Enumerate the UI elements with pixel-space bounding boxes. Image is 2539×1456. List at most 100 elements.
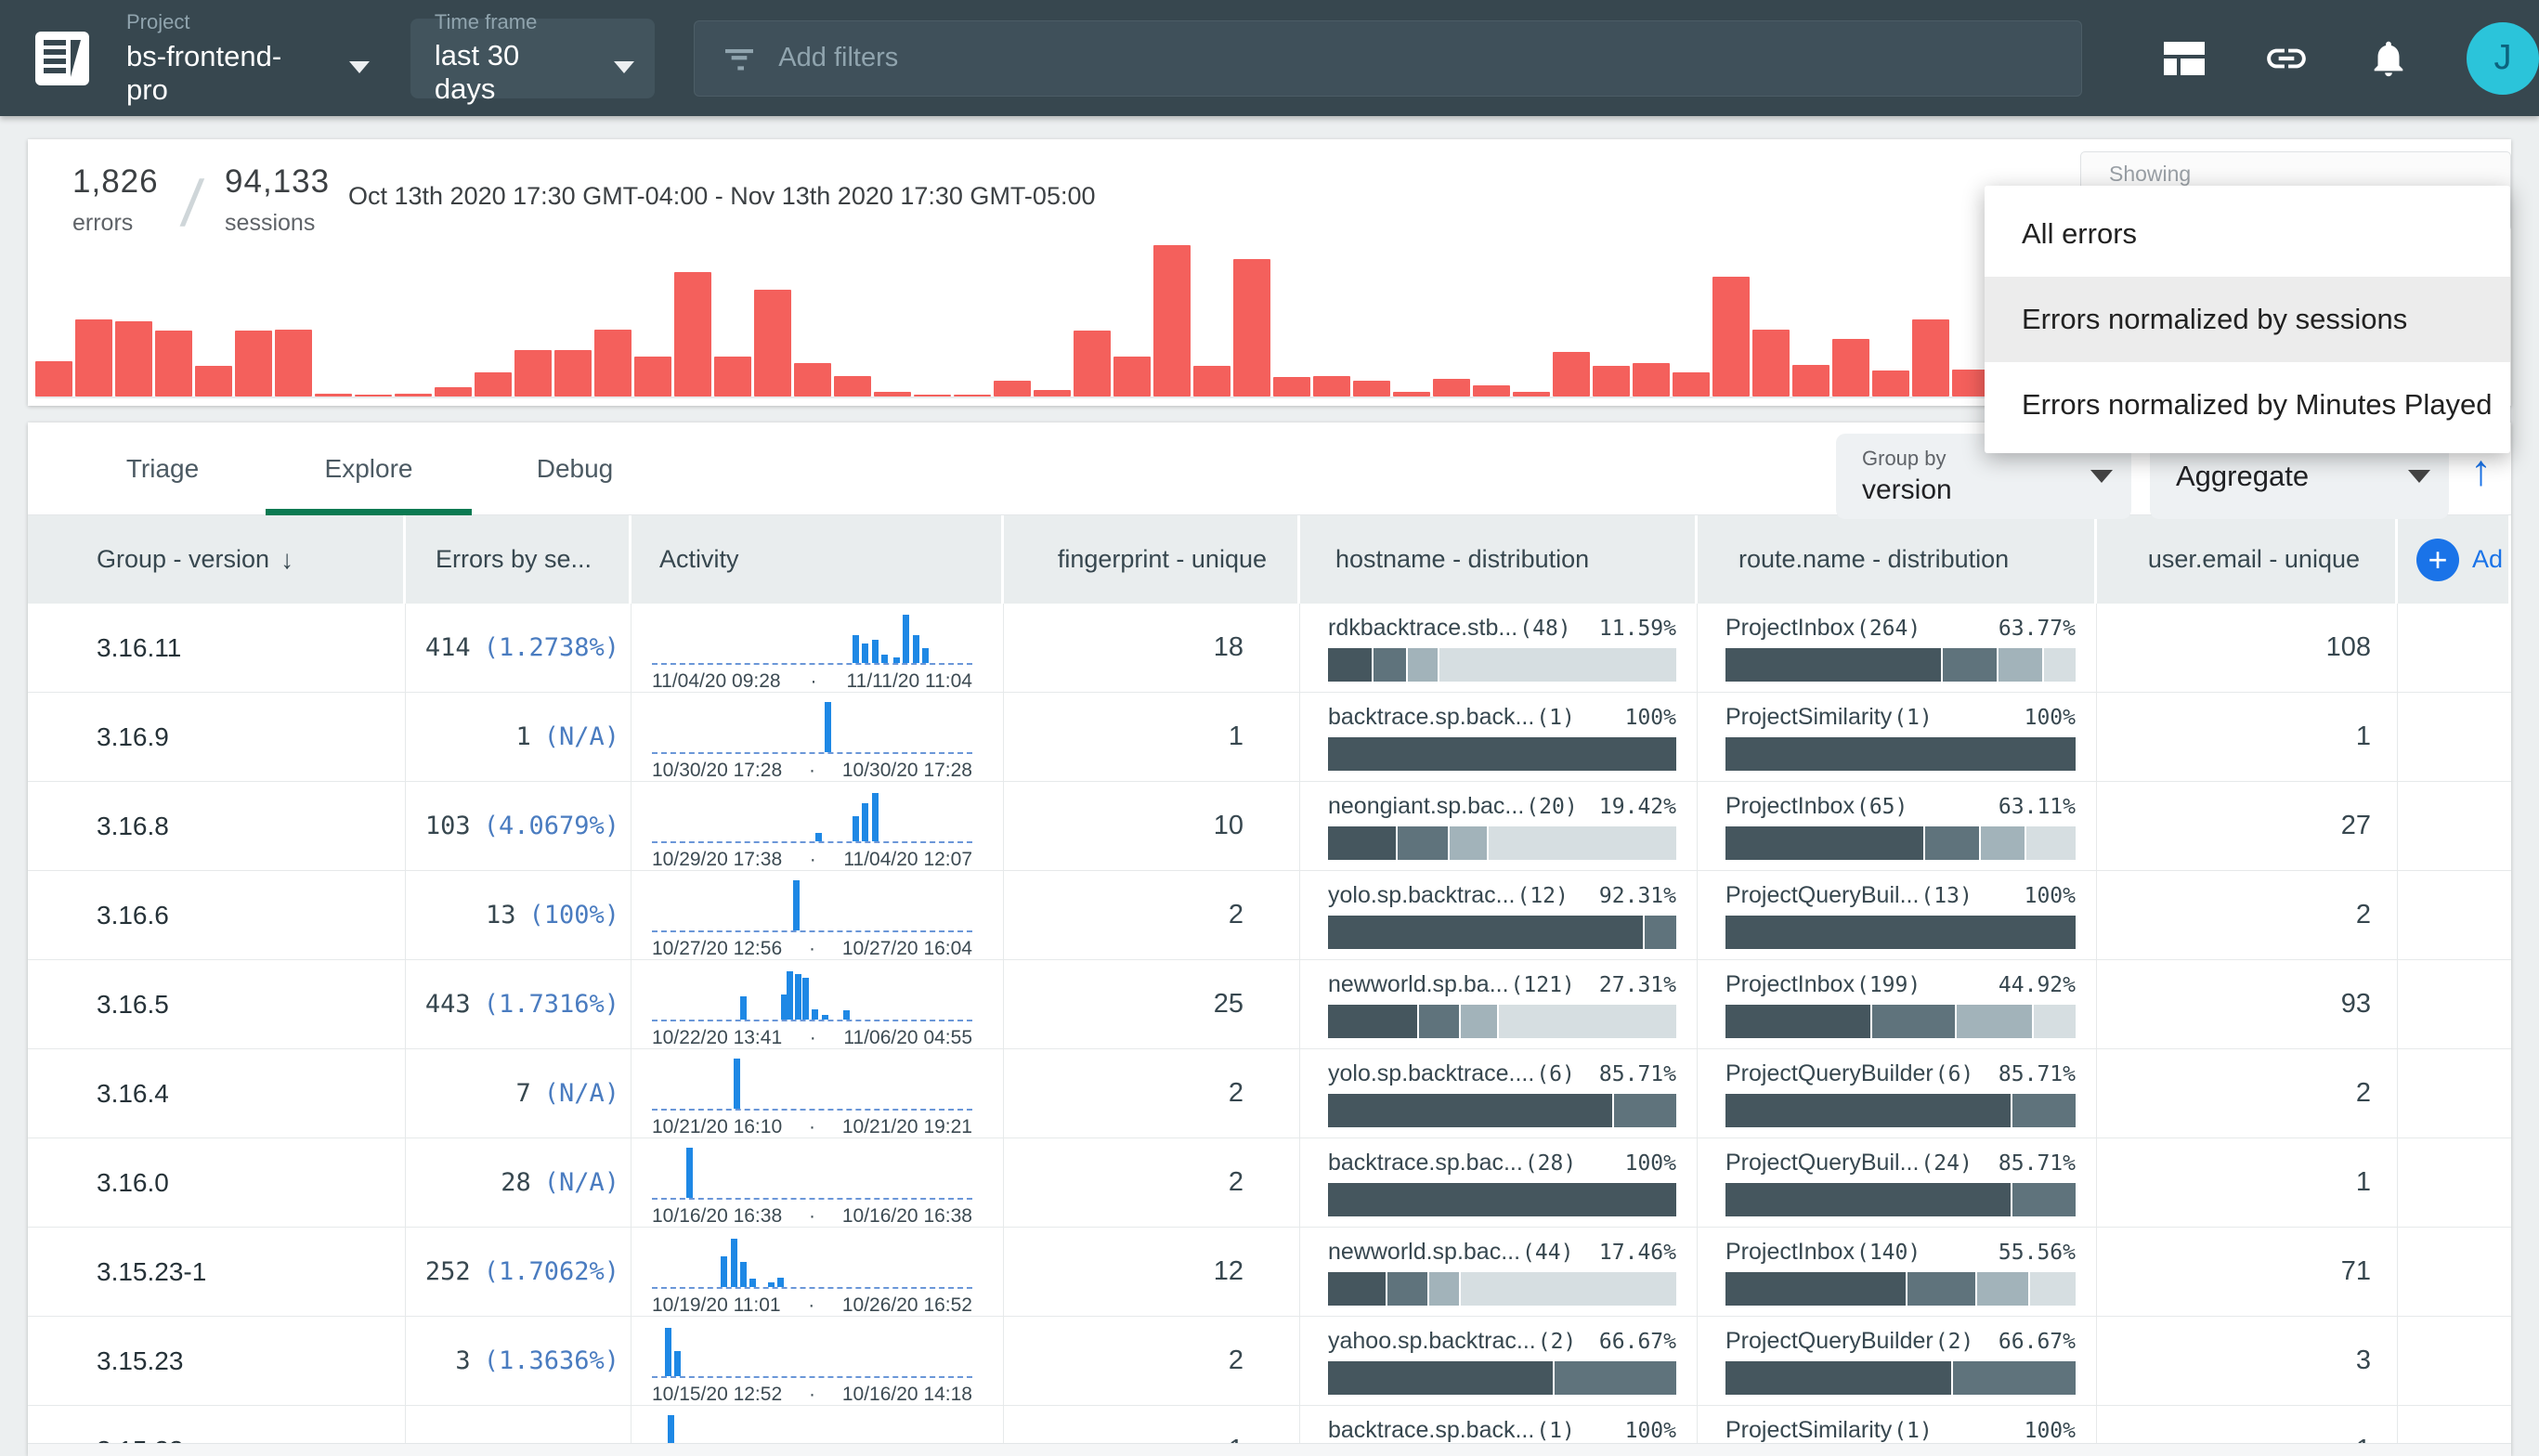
sessions-caption: sessions bbox=[225, 210, 330, 237]
table-row[interactable]: 3.16.5443(1.7316%)10/22/20 13:41·11/06/2… bbox=[28, 960, 2511, 1049]
error-histogram-bar[interactable] bbox=[395, 394, 432, 396]
column-header-6[interactable]: user.email - unique bbox=[2097, 515, 2398, 604]
filters-bar[interactable] bbox=[694, 20, 2082, 97]
add-filters-input[interactable] bbox=[778, 43, 1893, 73]
error-histogram-bar[interactable] bbox=[115, 321, 152, 396]
route-name-distribution-segment bbox=[1725, 916, 2076, 949]
backtrace-logo-icon[interactable] bbox=[35, 32, 89, 85]
column-header-1[interactable]: Errors by se... bbox=[406, 515, 631, 604]
fingerprint-cell: 2 bbox=[1004, 1049, 1300, 1138]
error-histogram-bar[interactable] bbox=[1752, 330, 1790, 396]
error-histogram-bar[interactable] bbox=[1712, 277, 1750, 396]
error-histogram-bar[interactable] bbox=[554, 350, 592, 396]
column-header-2[interactable]: Activity bbox=[631, 515, 1004, 604]
tab-explore[interactable]: Explore bbox=[266, 422, 472, 514]
error-histogram-bar[interactable] bbox=[1513, 392, 1550, 396]
error-histogram-bar[interactable] bbox=[1153, 245, 1191, 396]
table-row[interactable]: 3.16.028(N/A)10/16/20 16:38·10/16/20 16:… bbox=[28, 1138, 2511, 1228]
error-histogram-bar[interactable] bbox=[475, 372, 512, 396]
error-histogram-bar[interactable] bbox=[1553, 352, 1590, 396]
add-column-body-cell bbox=[2398, 1317, 2508, 1405]
column-header-5[interactable]: route.name - distribution bbox=[1698, 515, 2097, 604]
error-histogram-bar[interactable] bbox=[514, 350, 552, 396]
error-histogram-bar[interactable] bbox=[1113, 357, 1151, 396]
hostname-distribution-segment bbox=[1328, 1183, 1676, 1216]
horizontal-scrollbar[interactable] bbox=[28, 1443, 2511, 1456]
user-email-unique-value: 71 bbox=[2341, 1256, 2371, 1287]
error-histogram-bar[interactable] bbox=[714, 357, 751, 396]
error-histogram-bar[interactable] bbox=[1193, 366, 1230, 396]
column-header-3[interactable]: fingerprint - unique bbox=[1004, 515, 1300, 604]
error-histogram-bar[interactable] bbox=[1673, 372, 1710, 396]
hostname-distribution-segment bbox=[1450, 826, 1488, 860]
hostname-distribution-bar bbox=[1328, 1183, 1676, 1216]
error-histogram-bar[interactable] bbox=[1233, 259, 1270, 396]
dropdown-option[interactable]: Errors normalized by Minutes Played bbox=[1985, 362, 2510, 448]
add-column-icon[interactable]: + bbox=[2416, 539, 2459, 581]
error-histogram-bar[interactable] bbox=[355, 395, 392, 396]
error-histogram-bar[interactable] bbox=[674, 272, 711, 396]
share-link-icon[interactable] bbox=[2262, 34, 2311, 83]
error-histogram-bar[interactable] bbox=[1872, 370, 1909, 396]
table-row[interactable]: 3.16.91(N/A)10/30/20 17:28·10/30/20 17:2… bbox=[28, 693, 2511, 782]
user-avatar[interactable]: J bbox=[2467, 22, 2539, 95]
timeframe-selector[interactable]: Time frame last 30 days bbox=[410, 19, 655, 98]
table-row[interactable]: 3.15.233(1.3636%)10/15/20 12:52·10/16/20… bbox=[28, 1317, 2511, 1406]
column-header-7[interactable]: +Ad bbox=[2398, 515, 2508, 604]
error-histogram-bar[interactable] bbox=[954, 395, 991, 396]
error-histogram-bar[interactable] bbox=[75, 319, 112, 396]
error-histogram-bar[interactable] bbox=[1952, 370, 1989, 396]
error-histogram-bar[interactable] bbox=[994, 381, 1031, 396]
error-histogram-bar[interactable] bbox=[754, 290, 791, 396]
tab-triage[interactable]: Triage bbox=[59, 422, 266, 514]
group-version-value: 3.16.8 bbox=[97, 812, 169, 841]
error-histogram-bar[interactable] bbox=[1473, 385, 1510, 396]
activity-date-range: 10/22/20 13:41·11/06/20 04:55 bbox=[652, 1027, 972, 1049]
error-histogram-bar[interactable] bbox=[914, 395, 951, 396]
table-row[interactable]: 3.16.47(N/A)10/21/20 16:10·10/21/20 19:2… bbox=[28, 1049, 2511, 1138]
error-histogram-bar[interactable] bbox=[235, 331, 272, 396]
table-row[interactable]: 3.15.23-1252(1.7062%)10/19/20 11:01·10/2… bbox=[28, 1228, 2511, 1317]
error-histogram-bar[interactable] bbox=[1074, 331, 1111, 396]
error-histogram-bar[interactable] bbox=[195, 366, 232, 396]
error-histogram-bar[interactable] bbox=[1034, 390, 1071, 396]
error-histogram-bar[interactable] bbox=[435, 387, 472, 396]
sparkline-bars bbox=[652, 1059, 972, 1109]
error-histogram-bar[interactable] bbox=[1313, 376, 1350, 396]
error-histogram-bar[interactable] bbox=[874, 392, 911, 396]
error-histogram-bar[interactable] bbox=[834, 376, 871, 396]
error-histogram-bar[interactable] bbox=[1593, 366, 1630, 396]
error-histogram-bar[interactable] bbox=[1832, 339, 1869, 396]
error-histogram-bar[interactable] bbox=[155, 331, 192, 396]
column-header-4[interactable]: hostname - distribution bbox=[1300, 515, 1698, 604]
error-histogram-bar[interactable] bbox=[1353, 381, 1390, 396]
hostname-distribution-segment bbox=[1328, 1094, 1614, 1127]
route-name-distribution-segment bbox=[1725, 1183, 2012, 1216]
errors-count-value: 28 bbox=[501, 1168, 531, 1197]
error-histogram-bar[interactable] bbox=[1792, 365, 1829, 396]
column-header-0[interactable]: Group - version↓ bbox=[28, 515, 406, 604]
route-name-count: (264) bbox=[1856, 617, 1921, 641]
error-histogram-bar[interactable] bbox=[275, 330, 312, 396]
error-histogram-bar[interactable] bbox=[35, 361, 72, 396]
table-row[interactable]: 3.16.11414(1.2738%)11/04/20 09:28·11/11/… bbox=[28, 604, 2511, 693]
activity-date-separator: · bbox=[809, 1384, 815, 1406]
dashboard-layout-icon[interactable] bbox=[2160, 34, 2208, 83]
table-row[interactable]: 3.16.613(100%)10/27/20 12:56·10/27/20 16… bbox=[28, 871, 2511, 960]
dropdown-option[interactable]: Errors normalized by sessions bbox=[1985, 277, 2510, 362]
errors-cell: 443(1.7316%) bbox=[406, 960, 631, 1048]
error-histogram-bar[interactable] bbox=[1393, 392, 1430, 396]
error-histogram-bar[interactable] bbox=[1912, 319, 1949, 396]
error-histogram-bar[interactable] bbox=[1273, 377, 1310, 396]
table-row[interactable]: 3.16.8103(4.0679%)10/29/20 17:38·11/04/2… bbox=[28, 782, 2511, 871]
project-selector[interactable]: Project bs-frontend-pro bbox=[126, 10, 370, 107]
dropdown-option[interactable]: All errors bbox=[1985, 191, 2510, 277]
error-histogram-bar[interactable] bbox=[794, 363, 831, 396]
error-histogram-bar[interactable] bbox=[315, 394, 352, 396]
error-histogram-bar[interactable] bbox=[594, 330, 631, 396]
error-histogram-bar[interactable] bbox=[1633, 363, 1670, 396]
error-histogram-bar[interactable] bbox=[634, 357, 671, 396]
notifications-bell-icon[interactable] bbox=[2364, 34, 2413, 83]
tab-debug[interactable]: Debug bbox=[472, 422, 678, 514]
error-histogram-bar[interactable] bbox=[1433, 379, 1470, 396]
